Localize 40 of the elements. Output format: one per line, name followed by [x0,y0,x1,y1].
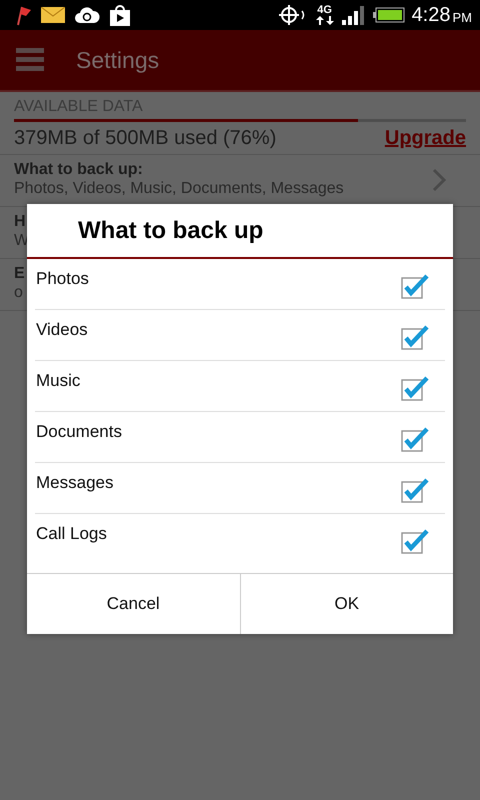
cloud-sync-icon [74,6,100,24]
option-row[interactable]: Music [35,361,445,412]
checkbox[interactable] [401,273,429,299]
option-label: Photos [36,269,89,290]
signal-icon [342,5,366,25]
dialog-button[interactable]: Cancel [27,574,240,634]
option-label: Messages [36,473,114,494]
mail-icon [41,7,65,23]
option-row[interactable]: Photos [35,259,445,310]
network-type: 4G [317,5,332,16]
setting-value: Photos, Videos, Music, Documents, Messages [14,180,344,198]
option-label: Call Logs [36,524,107,545]
battery-icon [372,7,405,23]
data-arrows-icon [314,16,335,25]
option-label: Music [36,371,80,392]
flag-icon [14,4,32,26]
chevron-right-icon [432,168,446,192]
clock-period: PM [452,10,472,25]
setting-title: What to back up: [14,161,144,179]
option-label: Videos [36,320,88,341]
app-title: Settings [76,46,160,74]
setting-title: E [14,265,25,283]
checkbox[interactable] [401,426,429,452]
option-row[interactable]: Call Logs [35,514,445,573]
dialog-button[interactable]: OK [240,574,453,634]
option-row[interactable]: Documents [35,412,445,463]
checkbox[interactable] [401,528,429,554]
usage-text: 379MB of 500MB used (76%) [14,127,276,150]
checkbox[interactable] [401,375,429,401]
option-row[interactable]: Videos [35,310,445,361]
setting-title: H [14,213,27,231]
shopping-bag-icon [109,4,131,26]
menu-icon[interactable] [16,48,44,72]
option-label: Documents [36,422,122,443]
checkbox[interactable] [401,324,429,350]
clock-time: 4:28 [412,4,450,26]
option-row[interactable]: Messages [35,463,445,514]
dialog-title: What to back up [27,204,453,259]
checkbox[interactable] [401,477,429,503]
setting-value: o [14,284,24,302]
